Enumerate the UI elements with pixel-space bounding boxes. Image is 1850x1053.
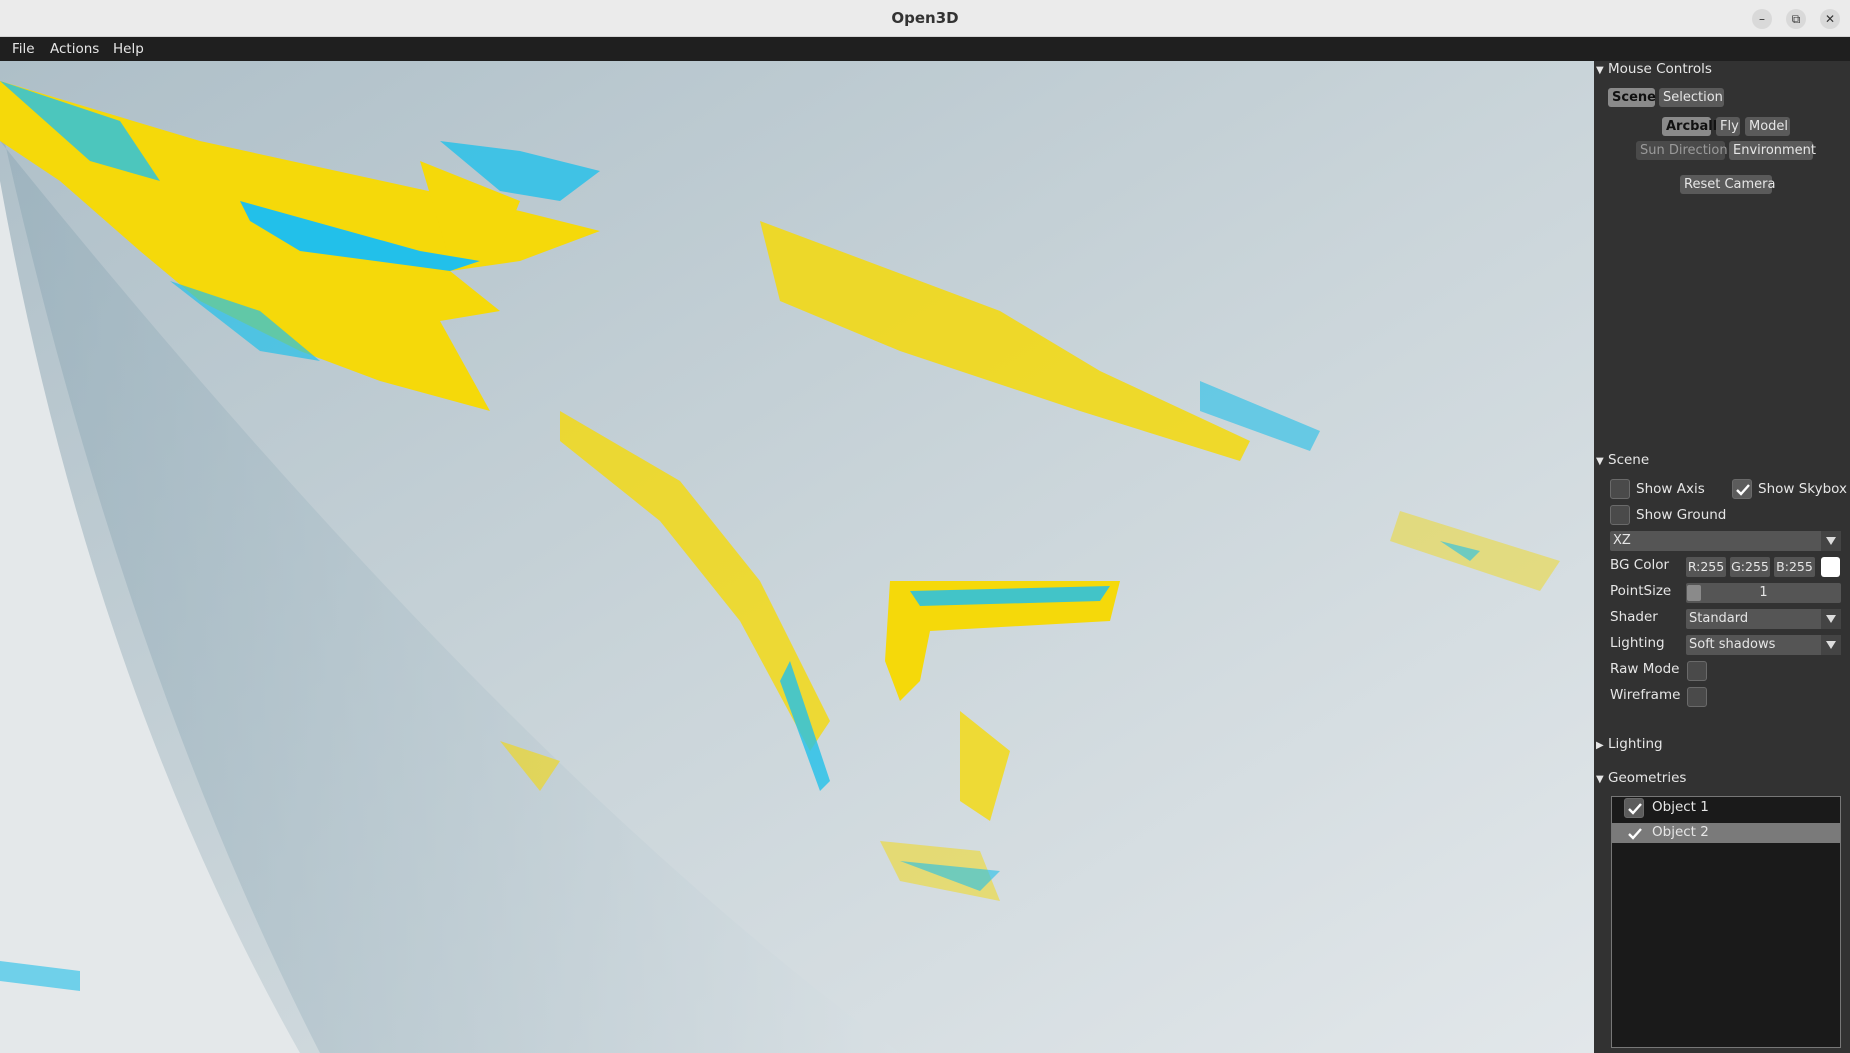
close-button[interactable]: ✕ — [1820, 9, 1840, 29]
object-2-label: Object 2 — [1652, 824, 1709, 840]
lighting-value: Soft shadows — [1689, 637, 1776, 652]
object-2-checkbox[interactable] — [1624, 823, 1644, 843]
geometries-title: Geometries — [1608, 770, 1687, 786]
raw-mode-label: Raw Mode — [1610, 661, 1680, 677]
menu-help[interactable]: Help — [113, 41, 144, 57]
point-size-value: 1 — [1759, 585, 1768, 600]
3d-viewport[interactable] — [0, 61, 1594, 1053]
model-button[interactable]: Model — [1745, 117, 1790, 136]
window-title: Open3D — [891, 9, 959, 27]
checkmark-icon — [1628, 828, 1642, 840]
reset-camera-button[interactable]: Reset Camera — [1680, 175, 1775, 194]
point-size-slider[interactable]: 1 — [1686, 583, 1841, 603]
lighting-section-header[interactable]: ▶ Lighting — [1596, 736, 1663, 752]
geometry-list[interactable]: Object 1 Object 2 — [1611, 796, 1841, 1048]
arcball-button[interactable]: Arcball — [1662, 117, 1717, 136]
show-axis-label: Show Axis — [1636, 481, 1705, 497]
mouse-controls-header[interactable]: ▼ Mouse Controls — [1596, 61, 1712, 77]
menu-actions[interactable]: Actions — [50, 41, 99, 57]
dropdown-arrow — [1821, 531, 1841, 551]
lighting-section-title: Lighting — [1608, 736, 1663, 752]
fly-button[interactable]: Fly — [1716, 117, 1740, 136]
geometries-header[interactable]: ▼ Geometries — [1596, 770, 1686, 786]
expand-triangle-icon: ▶ — [1596, 740, 1604, 751]
list-item-object-1[interactable]: Object 1 — [1612, 798, 1840, 818]
collapse-triangle-icon: ▼ — [1596, 774, 1604, 785]
point-size-label: PointSize — [1610, 583, 1672, 599]
sun-direction-button[interactable]: Sun Direction — [1636, 141, 1728, 160]
show-skybox-label: Show Skybox — [1758, 481, 1848, 497]
wireframe-label: Wireframe — [1610, 687, 1681, 703]
bg-color-g-field[interactable]: G:255 — [1730, 557, 1770, 577]
lighting-label: Lighting — [1610, 635, 1665, 651]
bg-color-b-field[interactable]: B:255 — [1774, 557, 1815, 577]
collapse-triangle-icon: ▼ — [1596, 456, 1604, 467]
shader-select[interactable]: Standard — [1686, 609, 1841, 629]
chevron-down-icon — [1826, 615, 1836, 623]
dropdown-arrow — [1821, 635, 1841, 655]
show-ground-label: Show Ground — [1636, 507, 1727, 523]
shader-label: Shader — [1610, 609, 1658, 625]
checkmark-icon — [1736, 484, 1750, 496]
point-cloud-render — [0, 61, 1594, 1053]
bg-color-swatch[interactable] — [1821, 557, 1840, 577]
ground-plane-value: XZ — [1613, 533, 1631, 548]
bg-color-label: BG Color — [1610, 557, 1670, 573]
object-1-label: Object 1 — [1652, 799, 1709, 815]
dropdown-arrow — [1821, 609, 1841, 629]
menu-file[interactable]: File — [12, 41, 35, 57]
tab-selection[interactable]: Selection — [1659, 88, 1724, 107]
chevron-down-icon — [1826, 537, 1836, 545]
window-titlebar: Open3D – ⧉ ✕ — [0, 0, 1850, 37]
chevron-down-icon — [1826, 641, 1836, 649]
bg-color-r-field[interactable]: R:255 — [1686, 557, 1726, 577]
collapse-triangle-icon: ▼ — [1596, 65, 1604, 76]
mouse-controls-title: Mouse Controls — [1608, 61, 1712, 77]
tab-scene[interactable]: Scene — [1608, 88, 1656, 107]
ground-plane-select[interactable]: XZ — [1610, 531, 1841, 551]
shader-value: Standard — [1689, 611, 1749, 626]
scene-title: Scene — [1608, 452, 1650, 468]
show-axis-checkbox[interactable] — [1610, 479, 1630, 499]
scene-header[interactable]: ▼ Scene — [1596, 452, 1649, 468]
wireframe-checkbox[interactable] — [1687, 687, 1707, 707]
maximize-button[interactable]: ⧉ — [1786, 9, 1806, 29]
object-1-checkbox[interactable] — [1624, 798, 1644, 818]
raw-mode-checkbox[interactable] — [1687, 661, 1707, 681]
list-item-object-2[interactable]: Object 2 — [1612, 823, 1840, 843]
lighting-select[interactable]: Soft shadows — [1686, 635, 1841, 655]
environment-button[interactable]: Environment — [1729, 141, 1816, 160]
menubar: File Actions Help — [0, 37, 1850, 61]
minimize-button[interactable]: – — [1752, 9, 1772, 29]
show-skybox-checkbox[interactable] — [1732, 479, 1752, 499]
show-ground-checkbox[interactable] — [1610, 505, 1630, 525]
checkmark-icon — [1628, 803, 1642, 815]
